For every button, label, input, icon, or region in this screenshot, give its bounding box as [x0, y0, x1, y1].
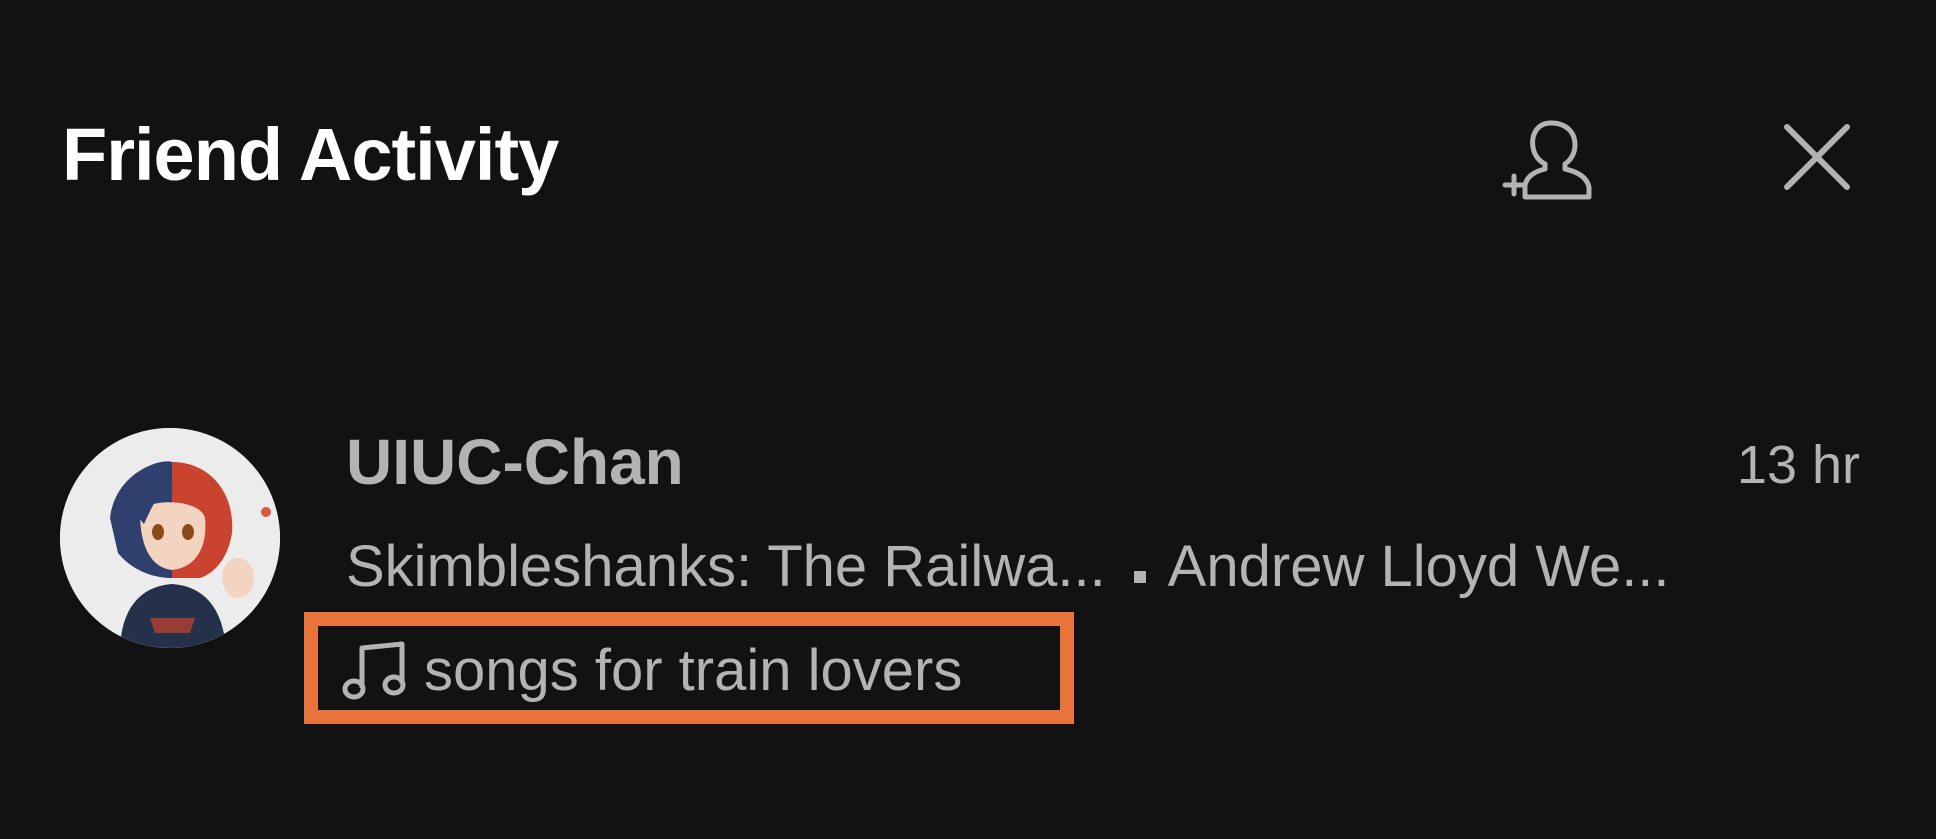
playlist-label: songs for train lovers [424, 638, 963, 703]
add-friend-button[interactable] [1496, 108, 1598, 210]
close-button[interactable] [1772, 112, 1862, 202]
avatar[interactable] [60, 428, 280, 648]
panel-title: Friend Activity [62, 113, 559, 196]
playlist-link[interactable]: songs for train lovers [342, 640, 962, 702]
track-info: Skimbleshanks: The Railwa... Andrew Lloy… [346, 538, 1866, 596]
artist-link[interactable]: Andrew Lloyd We... [1168, 538, 1670, 596]
track-link[interactable]: Skimbleshanks: The Railwa... [346, 538, 1106, 596]
activity-timestamp: 13 hr [1736, 435, 1860, 495]
friend-activity-panel: Friend Activity UIUC-Chan 13 hr Skimbles… [0, 0, 1936, 839]
separator-dot [1133, 571, 1146, 583]
close-icon [1784, 124, 1850, 190]
music-note-icon [342, 640, 408, 702]
add-friend-icon [1502, 120, 1592, 200]
friend-name-link[interactable]: UIUC-Chan [346, 430, 684, 494]
